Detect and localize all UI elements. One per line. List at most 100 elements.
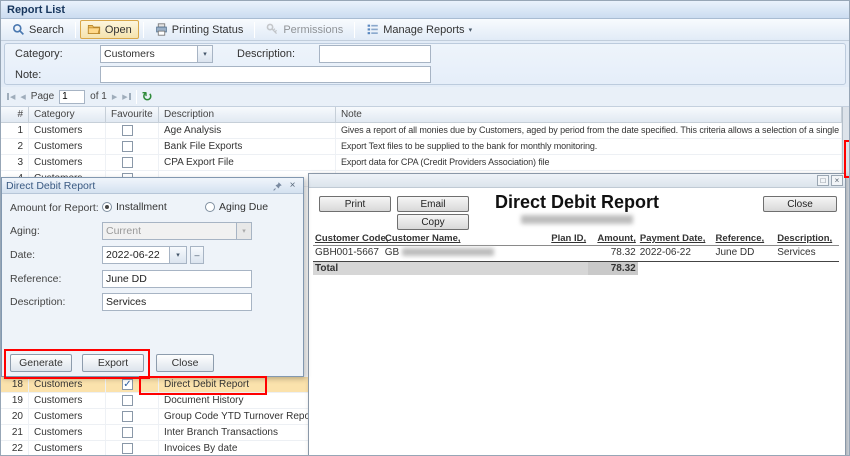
- category-dropdown[interactable]: Customers ▾: [100, 45, 213, 63]
- favourite-checkbox[interactable]: [122, 141, 133, 152]
- date-clear-icon[interactable]: –: [190, 246, 204, 264]
- chevron-down-icon: ▾: [469, 26, 473, 34]
- printing-status-label: Printing Status: [172, 24, 244, 36]
- favourite-checkbox[interactable]: [122, 443, 133, 454]
- table-row[interactable]: 19 Customers Document History: [1, 393, 311, 409]
- chevron-down-icon: ▾: [236, 223, 251, 239]
- last-page-button: ▶: [122, 93, 130, 101]
- row-category: Customers: [29, 123, 106, 138]
- copy-button[interactable]: Copy: [397, 214, 469, 230]
- filter-panel: Category: Customers ▾ Description: Note:: [1, 41, 849, 87]
- table-row[interactable]: 3 Customers CPA Export File Export data …: [1, 155, 842, 171]
- row-note: Export data for CPA (Credit Providers As…: [336, 155, 842, 170]
- favourite-checkbox[interactable]: [122, 395, 133, 406]
- dialog-description-label: Description:: [10, 296, 65, 308]
- note-input[interactable]: [100, 66, 431, 83]
- date-input[interactable]: [102, 246, 170, 264]
- row-category: Customers: [29, 441, 106, 456]
- table-row[interactable]: 21 Customers Inter Branch Transactions: [1, 425, 311, 441]
- table-row[interactable]: 20 Customers Group Code YTD Turnover Rep…: [1, 409, 311, 425]
- toolbar-separator: [75, 22, 76, 38]
- column-header-note[interactable]: Note: [336, 107, 842, 122]
- payment-date-value: 2022-06-22: [638, 246, 714, 259]
- calendar-dropdown-icon[interactable]: ▾: [169, 246, 187, 264]
- table-row-selected[interactable]: 18 Customers ✓ Direct Debit Report: [1, 377, 311, 393]
- row-note: Export Text files to be supplied to the …: [336, 139, 842, 154]
- close-icon[interactable]: ×: [286, 180, 299, 192]
- export-button[interactable]: Export: [82, 354, 144, 372]
- favourite-checkbox[interactable]: [122, 125, 133, 136]
- installment-label: Installment: [116, 201, 167, 213]
- report-title-bar[interactable]: □ ×: [309, 174, 845, 188]
- report-data-row: GBH001-5667 GB 78.32 2022-06-22 June DD …: [313, 246, 839, 259]
- report-col-customer-code: Customer Code,: [315, 233, 388, 244]
- table-row[interactable]: 1 Customers Age Analysis Gives a report …: [1, 123, 842, 139]
- row-number: 20: [1, 409, 29, 424]
- generate-button[interactable]: Generate: [10, 354, 72, 372]
- installment-radio[interactable]: Installment: [102, 201, 167, 213]
- grid-header: # Category Favourite Description Note: [1, 107, 842, 123]
- row-category: Customers: [29, 377, 106, 392]
- chevron-down-icon[interactable]: ▾: [197, 46, 212, 62]
- row-category: Customers: [29, 393, 106, 408]
- manage-reports-button[interactable]: Manage Reports ▾: [359, 20, 479, 39]
- report-col-reference: Reference,: [716, 233, 765, 244]
- dialog-title-bar[interactable]: Direct Debit Report ×: [2, 178, 303, 194]
- report-col-plan-id: Plan ID,: [551, 233, 586, 244]
- amount-value: 78.32: [588, 246, 638, 259]
- row-number: 1: [1, 123, 29, 138]
- dialog-description-input[interactable]: [102, 293, 252, 311]
- list-icon: [366, 23, 379, 36]
- redacted-customer-name: [402, 248, 494, 256]
- pin-icon[interactable]: [271, 180, 284, 192]
- dialog-close-button[interactable]: Close: [156, 354, 214, 372]
- description-input[interactable]: [319, 45, 431, 63]
- date-label: Date:: [10, 249, 35, 261]
- column-header-favourite[interactable]: Favourite: [106, 107, 159, 122]
- radio-dot-icon: [102, 202, 112, 212]
- search-button[interactable]: Search: [5, 20, 71, 39]
- open-button[interactable]: Open: [80, 20, 139, 39]
- report-list-window: Report List Search Open Printing Status …: [0, 0, 850, 456]
- reference-label: Reference:: [10, 273, 61, 285]
- printer-icon: [155, 23, 168, 36]
- page-count-label: of 1: [90, 91, 107, 102]
- column-header-description[interactable]: Description: [159, 107, 336, 122]
- prev-page-button: ◀: [20, 93, 25, 101]
- column-header-num[interactable]: #: [1, 107, 29, 122]
- printing-status-button[interactable]: Printing Status: [148, 20, 251, 39]
- page-number-input[interactable]: [59, 90, 85, 104]
- row-category: Customers: [29, 139, 106, 154]
- restore-icon[interactable]: □: [817, 175, 829, 186]
- favourite-checkbox-checked[interactable]: ✓: [122, 379, 133, 390]
- column-header-category[interactable]: Category: [29, 107, 106, 122]
- close-icon[interactable]: ×: [831, 175, 843, 186]
- table-row[interactable]: 2 Customers Bank File Exports Export Tex…: [1, 139, 842, 155]
- favourite-checkbox[interactable]: [122, 427, 133, 438]
- key-icon: [266, 23, 279, 36]
- page-label: Page: [31, 91, 54, 102]
- aging-due-radio[interactable]: Aging Due: [205, 201, 268, 213]
- row-description: Direct Debit Report: [159, 377, 311, 392]
- redacted-company-name: [521, 215, 633, 224]
- dialog-body: Amount for Report: Installment Aging Due…: [2, 194, 303, 377]
- favourite-checkbox[interactable]: [122, 157, 133, 168]
- aging-dropdown-disabled: Current ▾: [102, 222, 252, 240]
- row-category: Customers: [29, 155, 106, 170]
- plan-id-value: [533, 246, 588, 259]
- refresh-icon[interactable]: ↻: [142, 90, 153, 103]
- customer-code-value: GBH001-5667: [313, 246, 383, 259]
- reference-value: June DD: [713, 246, 775, 259]
- amount-for-report-label: Amount for Report:: [10, 202, 99, 214]
- pager-bar: ◀ ◀ Page of 1 ▶ ▶ ↻: [1, 87, 849, 107]
- row-description: Inter Branch Transactions: [159, 425, 311, 440]
- report-col-customer-name: Customer Name,: [385, 233, 461, 244]
- table-row[interactable]: 22 Customers Invoices By date: [1, 441, 311, 456]
- reference-input[interactable]: [102, 270, 252, 288]
- row-description: Invoices By date: [159, 441, 311, 456]
- row-description: Bank File Exports: [159, 139, 336, 154]
- description-label: Description:: [237, 48, 295, 60]
- row-description: Age Analysis: [159, 123, 336, 138]
- favourite-checkbox[interactable]: [122, 411, 133, 422]
- toolbar-separator: [254, 22, 255, 38]
